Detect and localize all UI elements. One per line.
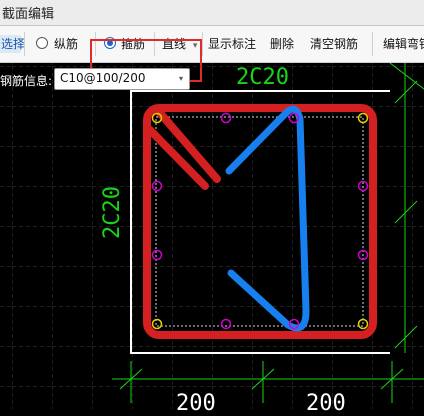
longitudinal-label[interactable]: 纵筋: [54, 35, 78, 53]
show-annotation-button[interactable]: 显示标注: [208, 35, 256, 53]
window-title: 截面编辑: [2, 7, 55, 22]
rebar-info-bar: 钢筋信息: C10@100/200 ▾: [0, 63, 424, 95]
select-button[interactable]: 选择: [0, 35, 25, 53]
toolbar-separator: [372, 32, 373, 56]
rebar-info-dropdown[interactable]: C10@100/200 ▾: [54, 68, 190, 90]
dimension-left: 200: [176, 391, 216, 416]
title-bar: 截面编辑: [0, 0, 424, 26]
toolbar-separator: [202, 32, 203, 56]
rebar-info-label: 钢筋信息:: [0, 74, 53, 88]
side-rebar-label[interactable]: 2C20: [100, 186, 125, 239]
delete-button[interactable]: 删除: [270, 35, 294, 53]
clear-rebar-button[interactable]: 清空钢筋: [310, 35, 358, 53]
toolbar: 选择 纵筋 箍筋 直线 ▾ 显示标注 删除 清空钢筋 编辑弯钩: [0, 26, 424, 82]
chevron-down-icon: ▾: [178, 74, 183, 83]
rebar-info-value: C10@100/200: [60, 71, 146, 85]
dimension-right: 200: [306, 391, 346, 416]
longitudinal-radio[interactable]: [36, 37, 48, 49]
toolbar-separator: [24, 32, 25, 56]
edit-hook-button[interactable]: 编辑弯钩: [383, 35, 424, 53]
drawing-canvas[interactable]: [0, 63, 424, 409]
